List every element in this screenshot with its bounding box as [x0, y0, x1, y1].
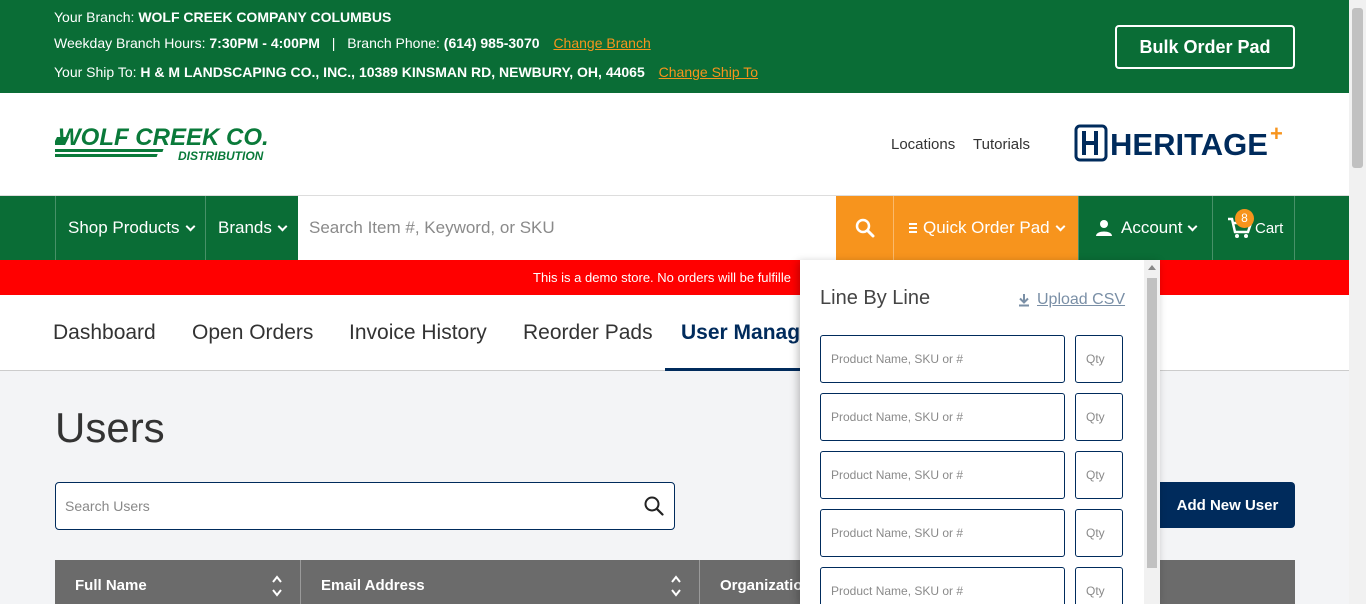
search-icon[interactable] — [644, 496, 664, 516]
change-shipto-link[interactable]: Change Ship To — [659, 64, 758, 80]
tutorials-link[interactable]: Tutorials — [973, 136, 1030, 153]
chevron-down-icon — [277, 221, 288, 231]
page-scrollbar[interactable] — [1349, 0, 1366, 604]
site-header: WOLF CREEK CO. DISTRIBUTION Locations Tu… — [0, 93, 1349, 196]
product-input[interactable] — [820, 567, 1065, 604]
tab-dashboard[interactable]: Dashboard — [53, 321, 156, 345]
qty-input[interactable] — [1075, 393, 1123, 441]
column-label: Organizatio — [720, 577, 803, 594]
bulk-order-pad-button[interactable]: Bulk Order Pad — [1115, 25, 1295, 69]
tab-user-management[interactable]: User Manag — [681, 321, 800, 345]
column-label: Full Name — [75, 577, 147, 594]
hours-label: Weekday Branch Hours: — [54, 35, 206, 51]
sort-icon — [272, 575, 282, 597]
upload-csv-label: Upload CSV — [1037, 291, 1126, 308]
cart-label: Cart — [1255, 219, 1284, 237]
shop-products-label: Shop Products — [68, 218, 180, 237]
cart-count-badge: 8 — [1235, 209, 1254, 228]
account-label: Account — [1121, 218, 1183, 237]
panel-scrollbar[interactable] — [1144, 260, 1160, 604]
search-button[interactable] — [836, 196, 893, 260]
phone-value: (614) 985-3070 — [443, 35, 540, 51]
brands-label: Brands — [218, 218, 272, 237]
branch-info-bar: Your Branch: WOLF CREEK COMPANY COLUMBUS… — [0, 0, 1349, 93]
heritage-text: HERITAGE — [1110, 127, 1268, 162]
add-new-user-button[interactable]: Add New User — [1150, 482, 1295, 528]
separator: | — [331, 35, 336, 51]
cart-button[interactable]: Cart — [1212, 196, 1295, 260]
column-email-address[interactable]: Email Address — [301, 560, 699, 604]
column-full-name[interactable]: Full Name — [55, 560, 300, 604]
locations-link[interactable]: Locations — [891, 136, 955, 153]
quick-order-pad-panel: Line By Line Upload CSV — [800, 260, 1160, 604]
wolf-creek-logo[interactable]: WOLF CREEK CO. DISTRIBUTION — [55, 123, 300, 165]
shipto-line: Your Ship To: H & M LANDSCAPING CO., INC… — [54, 64, 758, 80]
list-icon — [909, 223, 917, 233]
scrollbar-thumb[interactable] — [1352, 8, 1363, 168]
heritage-logo[interactable]: HERITAGE + — [1074, 123, 1289, 163]
shop-products-menu[interactable]: Shop Products — [55, 196, 205, 260]
user-search-box — [55, 482, 675, 530]
upload-csv-link[interactable]: Upload CSV — [1018, 291, 1125, 309]
sort-icon — [671, 575, 681, 597]
column-label: Email Address — [321, 577, 425, 594]
qty-input[interactable] — [1075, 335, 1123, 383]
scroll-up-icon[interactable] — [1148, 265, 1156, 270]
user-icon — [1096, 220, 1112, 236]
product-input[interactable] — [820, 335, 1065, 383]
branch-label: Your Branch: — [54, 9, 135, 25]
shipto-label: Your Ship To: — [54, 64, 137, 80]
phone-label: Branch Phone: — [347, 35, 440, 51]
shipto-value: H & M LANDSCAPING CO., INC., 10389 KINSM… — [140, 64, 645, 80]
product-input[interactable] — [820, 509, 1065, 557]
chevron-down-icon — [185, 221, 195, 231]
page-title: Users — [55, 404, 165, 451]
qty-input[interactable] — [1075, 451, 1123, 499]
product-input[interactable] — [820, 451, 1065, 499]
tab-open-orders[interactable]: Open Orders — [192, 321, 313, 345]
scrollbar-thumb[interactable] — [1147, 278, 1157, 568]
heritage-plus: + — [1270, 123, 1283, 146]
main-navigation: Shop Products Brands Quick Order Pad Acc… — [0, 196, 1349, 260]
qty-input[interactable] — [1075, 567, 1123, 604]
user-search-input[interactable] — [56, 483, 616, 529]
branch-value: WOLF CREEK COMPANY COLUMBUS — [138, 9, 392, 25]
logo-sub-text: DISTRIBUTION — [178, 149, 264, 163]
active-tab-indicator — [665, 368, 815, 371]
quick-order-pad-menu[interactable]: Quick Order Pad — [893, 196, 1078, 260]
tab-invoice-history[interactable]: Invoice History — [349, 321, 487, 345]
chevron-down-icon — [1055, 221, 1066, 231]
change-branch-link[interactable]: Change Branch — [553, 35, 650, 51]
product-search-input[interactable] — [298, 196, 836, 260]
chevron-down-icon — [1187, 221, 1198, 231]
line-by-line-title: Line By Line — [820, 287, 931, 309]
logo-main-text: WOLF CREEK CO. — [58, 124, 269, 151]
search-icon — [855, 218, 874, 238]
hours-value: 7:30PM - 4:00PM — [209, 35, 320, 51]
tab-reorder-pads[interactable]: Reorder Pads — [523, 321, 653, 345]
brands-menu[interactable]: Brands — [205, 196, 298, 260]
qty-input[interactable] — [1075, 509, 1123, 557]
quick-order-pad-label: Quick Order Pad — [923, 218, 1050, 237]
demo-banner-text: This is a demo store. No orders will be … — [533, 270, 791, 285]
branch-line: Your Branch: WOLF CREEK COMPANY COLUMBUS — [54, 9, 391, 25]
hours-line: Weekday Branch Hours: 7:30PM - 4:00PM | … — [54, 35, 651, 51]
download-icon — [1019, 294, 1029, 307]
product-input[interactable] — [820, 393, 1065, 441]
account-menu[interactable]: Account — [1078, 196, 1212, 260]
